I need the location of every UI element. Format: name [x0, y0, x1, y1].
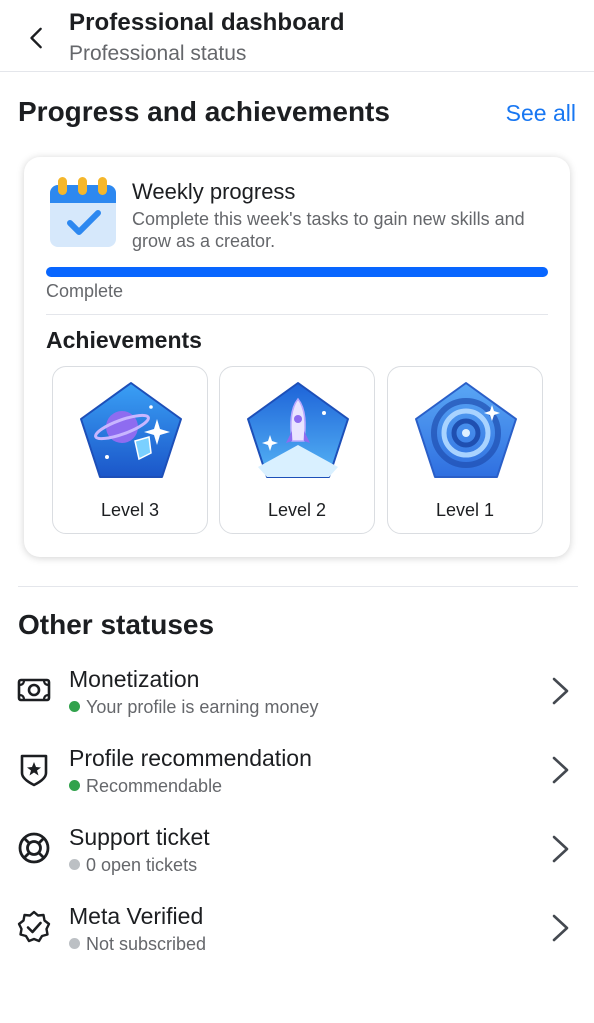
status-title: Meta Verified — [69, 903, 204, 929]
status-row-meta-verified[interactable]: Meta Verified Not subscribed — [0, 903, 594, 971]
status-title: Support ticket — [69, 824, 210, 850]
rocket-badge-icon — [247, 382, 349, 478]
badge-label: Level 1 — [435, 500, 495, 520]
progress-status-label: Complete — [46, 281, 124, 301]
page-subtitle: Professional status — [69, 42, 247, 65]
status-row-monetization[interactable]: Monetization Your profile is earning mon… — [0, 666, 594, 734]
status-text: Not subscribed — [86, 934, 207, 954]
status-title: Monetization — [69, 666, 200, 692]
status-text: 0 open tickets — [86, 855, 198, 875]
back-button[interactable] — [20, 22, 60, 62]
badge-label: Level 2 — [267, 500, 327, 520]
weekly-progress-bar — [46, 267, 548, 277]
other-statuses-title: Other statuses — [18, 609, 215, 640]
status-row-support-ticket[interactable]: Support ticket 0 open tickets — [0, 824, 594, 892]
section-divider — [18, 586, 578, 587]
verified-badge-icon — [17, 910, 51, 943]
achievements-list: Level 3 Level 2 Level 1 — [52, 366, 543, 534]
progress-bar-fill — [46, 267, 548, 277]
chevron-right-icon — [552, 677, 569, 705]
money-icon — [17, 678, 51, 702]
page-title: Professional dashboard — [69, 9, 345, 36]
chevron-right-icon — [552, 835, 569, 863]
achievement-badge-level-2[interactable]: Level 2 — [219, 366, 375, 534]
divider — [46, 314, 548, 315]
chevron-right-icon — [552, 914, 569, 942]
status-subtitle: Not subscribed — [69, 934, 206, 955]
progress-section-title: Progress and achievements — [18, 96, 390, 127]
chevron-left-icon — [30, 27, 42, 49]
see-all-link[interactable]: See all — [506, 100, 576, 127]
weekly-progress-description: Complete this week's tasks to gain new s… — [132, 209, 525, 251]
status-subtitle: 0 open tickets — [69, 855, 197, 876]
status-row-profile-recommendation[interactable]: Profile recommendation Recommendable — [0, 745, 594, 813]
status-dot-inactive — [69, 938, 80, 949]
progress-card: Weekly progress Complete this week's tas… — [24, 157, 570, 557]
badge-label: Level 3 — [100, 500, 160, 520]
planet-badge-icon — [80, 382, 182, 478]
status-text: Your profile is earning money — [86, 697, 319, 717]
status-dot-active — [69, 780, 80, 791]
chevron-right-icon — [552, 756, 569, 784]
lifebuoy-icon — [18, 832, 50, 864]
shield-star-icon — [20, 754, 48, 787]
calendar-check-icon — [50, 177, 116, 247]
weekly-progress-title: Weekly progress — [132, 179, 296, 204]
status-dot-inactive — [69, 859, 80, 870]
status-title: Profile recommendation — [69, 745, 312, 771]
header: Professional dashboard Professional stat… — [0, 0, 594, 72]
status-subtitle: Your profile is earning money — [69, 697, 318, 718]
achievements-title: Achievements — [46, 327, 202, 353]
status-subtitle: Recommendable — [69, 776, 222, 797]
status-text: Recommendable — [86, 776, 223, 796]
achievement-badge-level-1[interactable]: Level 1 — [387, 366, 543, 534]
status-dot-active — [69, 701, 80, 712]
achievement-badge-level-3[interactable]: Level 3 — [52, 366, 208, 534]
spiral-badge-icon — [415, 382, 517, 478]
